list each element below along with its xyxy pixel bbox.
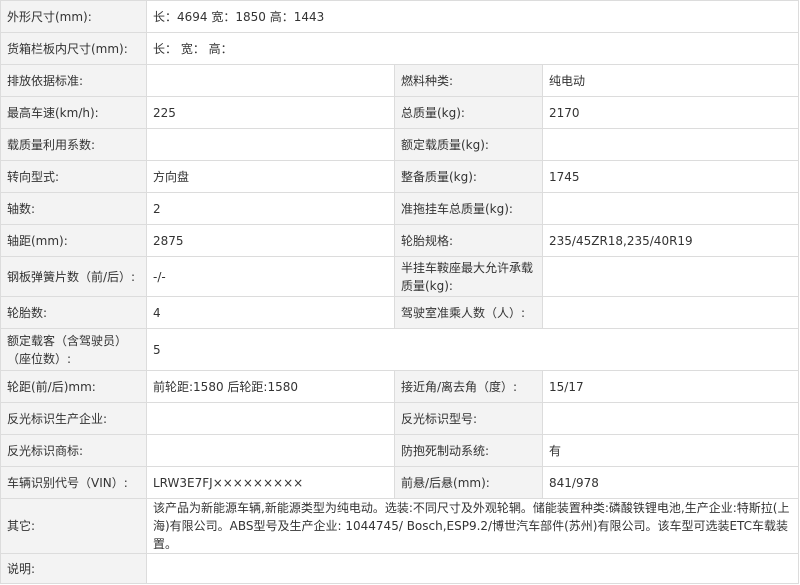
spec-label: 反光标识生产企业: bbox=[0, 402, 147, 435]
spec-label: 接近角/离去角（度）: bbox=[394, 370, 543, 403]
spec-label: 轴数: bbox=[0, 192, 147, 225]
table-row: 排放依据标准: 燃料种类: 纯电动 bbox=[0, 64, 799, 97]
spec-value bbox=[146, 553, 799, 584]
table-row: 外形尺寸(mm): 长：4694 宽：1850 高：1443 bbox=[0, 0, 799, 33]
spec-label: 其它: bbox=[0, 498, 147, 554]
spec-label: 轮距(前/后)mm: bbox=[0, 370, 147, 403]
spec-label: 总质量(kg): bbox=[394, 96, 543, 129]
table-row: 钢板弹簧片数（前/后）: -/- 半挂车鞍座最大允许承载质量(kg): bbox=[0, 256, 799, 297]
table-row: 额定载客（含驾驶员）（座位数）: 5 bbox=[0, 328, 799, 371]
spec-value: 4 bbox=[146, 296, 395, 329]
spec-value: 方向盘 bbox=[146, 160, 395, 193]
spec-label: 驾驶室准乘人数（人）: bbox=[394, 296, 543, 329]
spec-value bbox=[542, 128, 799, 161]
spec-label: 反光标识商标: bbox=[0, 434, 147, 467]
spec-label: 准拖挂车总质量(kg): bbox=[394, 192, 543, 225]
spec-label: 转向型式: bbox=[0, 160, 147, 193]
spec-label: 说明: bbox=[0, 553, 147, 584]
spec-label: 轮胎规格: bbox=[394, 224, 543, 257]
spec-value bbox=[542, 256, 799, 297]
spec-label: 车辆识别代号（VIN）: bbox=[0, 466, 147, 499]
spec-label: 钢板弹簧片数（前/后）: bbox=[0, 256, 147, 297]
table-row: 反光标识生产企业: 反光标识型号: bbox=[0, 402, 799, 435]
table-row: 轴数: 2 准拖挂车总质量(kg): bbox=[0, 192, 799, 225]
spec-value bbox=[542, 402, 799, 435]
spec-value: 235/45ZR18,235/40R19 bbox=[542, 224, 799, 257]
table-row: 反光标识商标: 防抱死制动系统: 有 bbox=[0, 434, 799, 467]
table-row: 说明: bbox=[0, 553, 799, 584]
table-row: 轴距(mm): 2875 轮胎规格: 235/45ZR18,235/40R19 bbox=[0, 224, 799, 257]
spec-value: 841/978 bbox=[542, 466, 799, 499]
spec-label: 燃料种类: bbox=[394, 64, 543, 97]
table-row: 最高车速(km/h): 225 总质量(kg): 2170 bbox=[0, 96, 799, 129]
spec-value bbox=[542, 296, 799, 329]
table-row: 载质量利用系数: 额定载质量(kg): bbox=[0, 128, 799, 161]
spec-label: 前悬/后悬(mm): bbox=[394, 466, 543, 499]
table-row: 轮胎数: 4 驾驶室准乘人数（人）: bbox=[0, 296, 799, 329]
spec-label: 反光标识型号: bbox=[394, 402, 543, 435]
table-row: 转向型式: 方向盘 整备质量(kg): 1745 bbox=[0, 160, 799, 193]
spec-label: 防抱死制动系统: bbox=[394, 434, 543, 467]
spec-value bbox=[542, 192, 799, 225]
spec-label: 载质量利用系数: bbox=[0, 128, 147, 161]
spec-label: 额定载客（含驾驶员）（座位数）: bbox=[0, 328, 147, 371]
table-row: 车辆识别代号（VIN）: LRW3E7FJ××××××××× 前悬/后悬(mm)… bbox=[0, 466, 799, 499]
table-row: 轮距(前/后)mm: 前轮距:1580 后轮距:1580 接近角/离去角（度）:… bbox=[0, 370, 799, 403]
spec-value: 纯电动 bbox=[542, 64, 799, 97]
spec-value: 长： 宽： 高： bbox=[146, 32, 799, 65]
spec-value: 长：4694 宽：1850 高：1443 bbox=[146, 0, 799, 33]
spec-value: 2875 bbox=[146, 224, 395, 257]
spec-value bbox=[146, 434, 395, 467]
spec-value: 2170 bbox=[542, 96, 799, 129]
spec-label: 额定载质量(kg): bbox=[394, 128, 543, 161]
spec-label: 最高车速(km/h): bbox=[0, 96, 147, 129]
spec-value: 1745 bbox=[542, 160, 799, 193]
spec-label: 货箱栏板内尺寸(mm): bbox=[0, 32, 147, 65]
spec-label: 整备质量(kg): bbox=[394, 160, 543, 193]
spec-value bbox=[146, 402, 395, 435]
spec-value bbox=[146, 64, 395, 97]
spec-label: 轴距(mm): bbox=[0, 224, 147, 257]
table-row: 货箱栏板内尺寸(mm): 长： 宽： 高： bbox=[0, 32, 799, 65]
spec-label: 外形尺寸(mm): bbox=[0, 0, 147, 33]
spec-label: 轮胎数: bbox=[0, 296, 147, 329]
spec-value: 2 bbox=[146, 192, 395, 225]
spec-value bbox=[146, 128, 395, 161]
spec-label: 排放依据标准: bbox=[0, 64, 147, 97]
spec-value: -/- bbox=[146, 256, 395, 297]
spec-value: 15/17 bbox=[542, 370, 799, 403]
vehicle-spec-table: 外形尺寸(mm): 长：4694 宽：1850 高：1443 货箱栏板内尺寸(m… bbox=[0, 0, 799, 584]
spec-value: 5 bbox=[146, 328, 799, 371]
spec-value: 有 bbox=[542, 434, 799, 467]
spec-value: LRW3E7FJ××××××××× bbox=[146, 466, 395, 499]
spec-value: 225 bbox=[146, 96, 395, 129]
spec-value: 前轮距:1580 后轮距:1580 bbox=[146, 370, 395, 403]
table-row: 其它: 该产品为新能源车辆,新能源类型为纯电动。选装:不同尺寸及外观轮辋。储能装… bbox=[0, 498, 799, 554]
spec-label: 半挂车鞍座最大允许承载质量(kg): bbox=[394, 256, 543, 297]
spec-value: 该产品为新能源车辆,新能源类型为纯电动。选装:不同尺寸及外观轮辋。储能装置种类:… bbox=[146, 498, 799, 554]
